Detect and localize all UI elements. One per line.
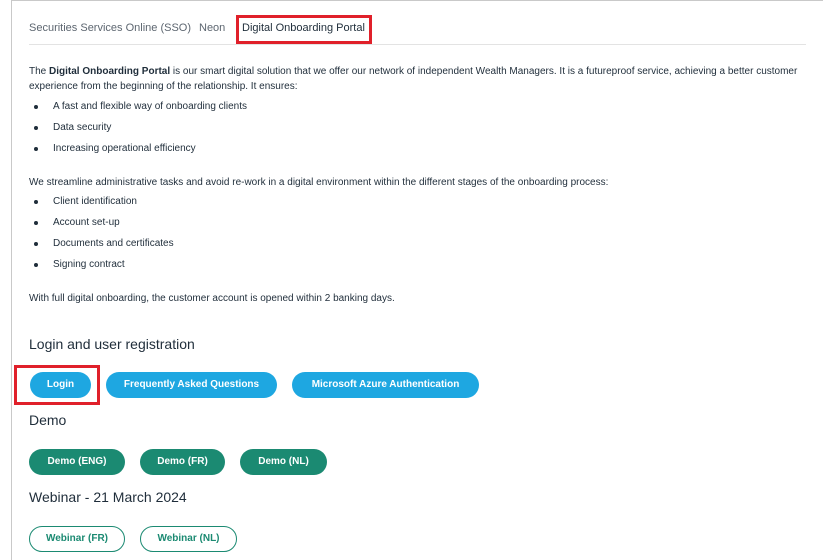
intro-paragraph: The Digital Onboarding Portal is our sma…	[29, 64, 804, 94]
list-item: Documents and certificates	[34, 236, 174, 251]
demo-nl-button[interactable]: Demo (NL)	[240, 449, 327, 475]
list-item: Data security	[34, 120, 111, 135]
highlight-box-login	[14, 365, 100, 405]
demo-eng-button[interactable]: Demo (ENG)	[29, 449, 125, 475]
demo-heading: Demo	[29, 412, 67, 428]
list-item: Signing contract	[34, 257, 125, 272]
faq-button[interactable]: Frequently Asked Questions	[106, 372, 277, 398]
list-item: Account set-up	[34, 215, 120, 230]
tab-neon[interactable]: Neon	[199, 22, 225, 34]
demo-fr-button[interactable]: Demo (FR)	[140, 449, 225, 475]
list-item: Increasing operational efficiency	[34, 141, 196, 156]
highlight-box-tab	[236, 15, 372, 44]
webinar-nl-button[interactable]: Webinar (NL)	[140, 526, 237, 552]
closing-paragraph: With full digital onboarding, the custom…	[29, 293, 395, 304]
webinar-heading: Webinar - 21 March 2024	[29, 489, 187, 505]
webinar-fr-button[interactable]: Webinar (FR)	[29, 526, 125, 552]
list-item: A fast and flexible way of onboarding cl…	[34, 99, 247, 114]
azure-auth-button[interactable]: Microsoft Azure Authentication	[292, 372, 479, 398]
tab-bar: Securities Services Online (SSO) Neon Di…	[29, 18, 806, 45]
tab-sso[interactable]: Securities Services Online (SSO)	[29, 22, 191, 34]
intro-prefix: The	[29, 66, 50, 77]
intro-product-name: Digital Onboarding Portal	[49, 66, 171, 77]
login-heading: Login and user registration	[29, 336, 195, 352]
streamline-paragraph: We streamline administrative tasks and a…	[29, 177, 609, 188]
list-item: Client identification	[34, 194, 137, 209]
